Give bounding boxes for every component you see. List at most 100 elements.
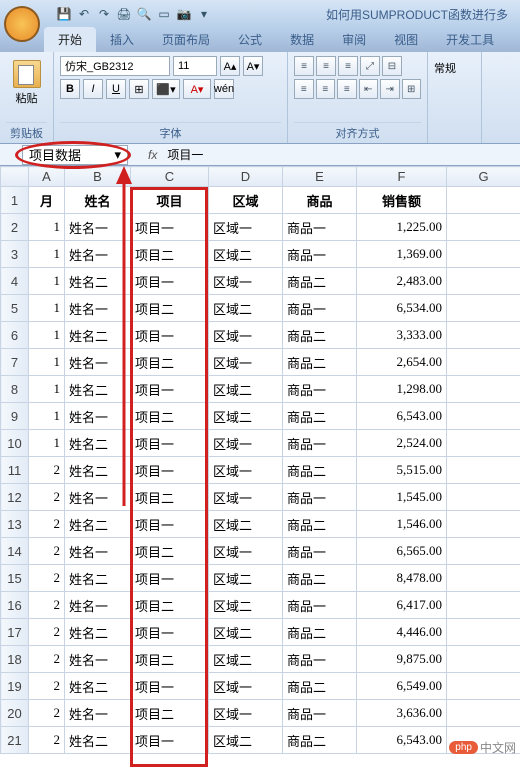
row-header[interactable]: 9 [1,403,29,430]
row-header[interactable]: 5 [1,295,29,322]
cell-region[interactable]: 区域一 [209,484,283,511]
new-icon[interactable]: ▭ [156,6,172,22]
cell-sales[interactable]: 2,654.00 [357,349,447,376]
cell-sales[interactable]: 6,565.00 [357,538,447,565]
cell-region[interactable]: 区域一 [209,268,283,295]
header-month[interactable]: 月 [29,187,65,214]
cell-project[interactable]: 项目一 [131,673,209,700]
cell[interactable] [447,484,520,511]
row-header[interactable]: 15 [1,565,29,592]
cell-name[interactable]: 姓名一 [65,700,131,727]
cell-region[interactable]: 区域一 [209,673,283,700]
cell-product[interactable]: 商品二 [283,322,357,349]
cell-project[interactable]: 项目一 [131,511,209,538]
redo-icon[interactable]: ↷ [96,6,112,22]
cell-region[interactable]: 区域二 [209,511,283,538]
row-header[interactable]: 12 [1,484,29,511]
wrap-text-icon[interactable]: ⊟ [382,56,402,76]
cell-product[interactable]: 商品一 [283,484,357,511]
cell-name[interactable]: 姓名二 [65,565,131,592]
grid[interactable]: A B C D E F G 1 月 姓名 项目 区域 商品 销售额 2 1 姓名… [0,166,520,754]
cell-name[interactable]: 姓名一 [65,241,131,268]
cell-region[interactable]: 区域一 [209,430,283,457]
cell[interactable] [447,646,520,673]
cell-product[interactable]: 商品二 [283,511,357,538]
cell-month[interactable]: 2 [29,565,65,592]
row-header[interactable]: 13 [1,511,29,538]
cell-month[interactable]: 2 [29,538,65,565]
align-right-icon[interactable]: ≡ [337,79,357,99]
cell-project[interactable]: 项目二 [131,295,209,322]
cell-sales[interactable]: 6,534.00 [357,295,447,322]
cell[interactable] [447,268,520,295]
cell-product[interactable]: 商品二 [283,403,357,430]
grow-font-icon[interactable]: A▴ [220,56,240,76]
cell[interactable] [447,214,520,241]
row-header[interactable]: 10 [1,430,29,457]
cell-product[interactable]: 商品一 [283,430,357,457]
undo-icon[interactable]: ↶ [76,6,92,22]
cell-region[interactable]: 区域一 [209,214,283,241]
cell-sales[interactable]: 6,543.00 [357,727,447,754]
name-box[interactable]: 项目数据 ▾ [22,145,128,165]
tab-layout[interactable]: 页面布局 [148,27,224,52]
col-header-b[interactable]: B [65,167,131,187]
row-header[interactable]: 11 [1,457,29,484]
header-project[interactable]: 项目 [131,187,209,214]
cell-region[interactable]: 区域二 [209,376,283,403]
row-header[interactable]: 8 [1,376,29,403]
cell-month[interactable]: 2 [29,484,65,511]
cell[interactable] [447,700,520,727]
merge-button[interactable]: ⊞ [402,79,422,99]
cell[interactable] [447,592,520,619]
row-header[interactable]: 16 [1,592,29,619]
shrink-font-icon[interactable]: A▾ [243,56,263,76]
cell-sales[interactable]: 1,546.00 [357,511,447,538]
cell-sales[interactable]: 6,417.00 [357,592,447,619]
cell-project[interactable]: 项目一 [131,376,209,403]
cell-sales[interactable]: 1,369.00 [357,241,447,268]
cell-sales[interactable]: 6,543.00 [357,403,447,430]
cell-project[interactable]: 项目一 [131,268,209,295]
underline-button[interactable]: U [106,79,126,99]
cell-product[interactable]: 商品一 [283,538,357,565]
header-region[interactable]: 区域 [209,187,283,214]
row-header[interactable]: 19 [1,673,29,700]
cell-sales[interactable]: 1,545.00 [357,484,447,511]
cell-name[interactable]: 姓名二 [65,511,131,538]
font-name-input[interactable] [60,56,170,76]
save-icon[interactable]: 💾 [56,6,72,22]
cell[interactable] [447,322,520,349]
phonetic-button[interactable]: wén [214,79,234,99]
tab-view[interactable]: 视图 [380,27,432,52]
cell-name[interactable]: 姓名一 [65,295,131,322]
cell-project[interactable]: 项目一 [131,565,209,592]
cell[interactable] [447,187,520,214]
cell-name[interactable]: 姓名一 [65,538,131,565]
cell-month[interactable]: 1 [29,241,65,268]
align-left-icon[interactable]: ≡ [294,79,314,99]
cell-sales[interactable]: 6,549.00 [357,673,447,700]
office-button[interactable] [4,6,40,42]
cell[interactable] [447,565,520,592]
row-header[interactable]: 14 [1,538,29,565]
bold-button[interactable]: B [60,79,80,99]
header-sales[interactable]: 销售额 [357,187,447,214]
cell-name[interactable]: 姓名一 [65,349,131,376]
chevron-down-icon[interactable]: ▾ [114,147,121,163]
cell-region[interactable]: 区域二 [209,403,283,430]
cell-name[interactable]: 姓名一 [65,646,131,673]
cell-name[interactable]: 姓名二 [65,430,131,457]
cell-sales[interactable]: 4,446.00 [357,619,447,646]
col-header-g[interactable]: G [447,167,520,187]
italic-button[interactable]: I [83,79,103,99]
cell-region[interactable]: 区域一 [209,457,283,484]
cell-region[interactable]: 区域二 [209,241,283,268]
cell-sales[interactable]: 1,225.00 [357,214,447,241]
cell-sales[interactable]: 2,483.00 [357,268,447,295]
cell-product[interactable]: 商品二 [283,457,357,484]
select-all-corner[interactable] [1,167,29,187]
align-bottom-icon[interactable]: ≡ [338,56,358,76]
cell-name[interactable]: 姓名二 [65,619,131,646]
cell-product[interactable]: 商品二 [283,268,357,295]
